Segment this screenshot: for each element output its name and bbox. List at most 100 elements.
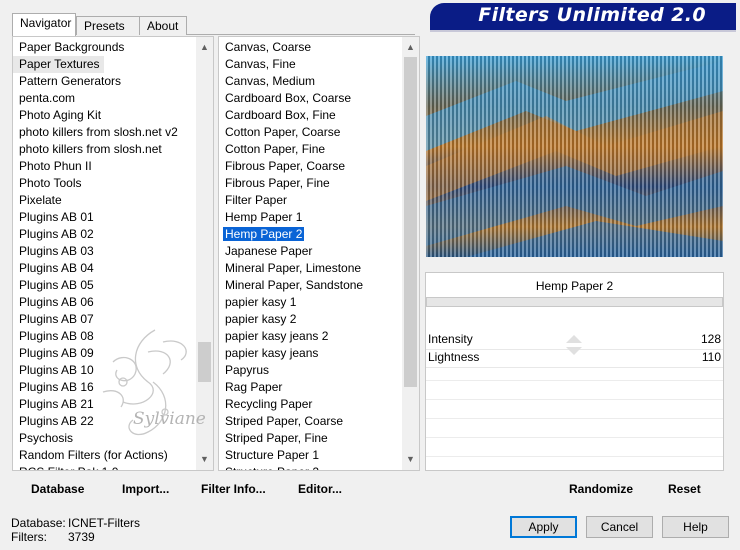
param-row-lightness[interactable]: Lightness 110 [426, 347, 723, 368]
category-item[interactable]: photo killers from slosh.net [13, 141, 178, 158]
filter-item[interactable]: Cardboard Box, Fine [219, 107, 363, 124]
randomize-button[interactable]: Randomize [569, 481, 633, 497]
scroll-up-icon[interactable]: ▲ [196, 39, 213, 56]
filter-item[interactable]: Filter Paper [219, 192, 363, 209]
category-item-label: Photo Tools [19, 176, 82, 190]
category-item[interactable]: Plugins AB 04 [13, 260, 178, 277]
category-item[interactable]: penta.com [13, 90, 178, 107]
filter-item-label: Cardboard Box, Fine [225, 108, 336, 122]
editor-button[interactable]: Editor... [298, 481, 342, 497]
tab-presets[interactable]: Presets [76, 16, 140, 35]
import-button[interactable]: Import... [122, 481, 169, 497]
filter-item[interactable]: papier kasy 2 [219, 311, 363, 328]
watermark-text: Sylviane [133, 409, 206, 429]
category-item[interactable]: Plugins AB 03 [13, 243, 178, 260]
category-item-label: Plugins AB 04 [19, 261, 94, 275]
category-list-panel: Paper Backgrounds Paper Textures Pattern G… [12, 36, 214, 471]
filter-item[interactable]: Canvas, Medium [219, 73, 363, 90]
filter-item[interactable]: Fibrous Paper, Coarse [219, 158, 363, 175]
filters-count-label: Filters: [11, 530, 47, 544]
filter-item[interactable]: Structure Paper 1 [219, 447, 363, 464]
tab-about[interactable]: About [139, 16, 187, 35]
category-item[interactable]: Photo Aging Kit [13, 107, 178, 124]
divider [426, 456, 723, 457]
filter-item-label: Cardboard Box, Coarse [225, 91, 352, 105]
filter-info-button[interactable]: Filter Info... [201, 481, 266, 497]
category-item-label: Plugins AB 03 [19, 244, 94, 258]
scroll-down-icon[interactable]: ▼ [402, 451, 419, 468]
filter-scrollbar[interactable]: ▲ ▼ [402, 37, 419, 470]
tab-navigator[interactable]: Navigator [12, 13, 76, 36]
category-item[interactable]: Paper Textures [13, 56, 104, 73]
category-item[interactable]: Plugins AB 05 [13, 277, 178, 294]
filter-item[interactable]: Striped Paper, Coarse [219, 413, 363, 430]
filter-item-label: Fibrous Paper, Fine [225, 176, 330, 190]
apply-button[interactable]: Apply [510, 516, 577, 538]
filter-item[interactable]: Structure Paper 2 [219, 464, 363, 470]
filter-list[interactable]: Canvas, Coarse Canvas, Fine Canvas, Medium… [219, 39, 363, 470]
param-value: 110 [701, 350, 721, 364]
filter-item-label: Hemp Paper 2 [221, 226, 306, 242]
filter-item[interactable]: Japanese Paper [219, 243, 363, 260]
filter-item[interactable]: Rag Paper [219, 379, 363, 396]
filter-item-label: papier kasy 2 [225, 312, 297, 326]
filter-item-label: papier kasy 1 [225, 295, 297, 309]
filter-item-label: Canvas, Coarse [225, 40, 312, 54]
right-button-bar: Randomize Reset [425, 474, 724, 500]
filter-item[interactable]: Mineral Paper, Sandstone [219, 277, 363, 294]
category-item[interactable]: Plugins AB 06 [13, 294, 178, 311]
category-item-label: Photo Phun II [19, 159, 92, 173]
slider-marker-icon[interactable] [566, 335, 582, 343]
reset-button[interactable]: Reset [668, 481, 701, 497]
filter-item-label: Cotton Paper, Fine [225, 142, 326, 156]
category-item[interactable]: Pattern Generators [13, 73, 178, 90]
scroll-thumb[interactable] [404, 57, 417, 387]
category-item[interactable]: Plugins AB 01 [13, 209, 178, 226]
filter-item[interactable]: papier kasy jeans 2 [219, 328, 363, 345]
category-item-label: Pixelate [19, 193, 62, 207]
cancel-button[interactable]: Cancel [586, 516, 653, 538]
scroll-up-icon[interactable]: ▲ [402, 39, 419, 56]
filter-item[interactable]: Hemp Paper 2 [219, 226, 363, 243]
scroll-down-icon[interactable]: ▼ [196, 451, 213, 468]
filter-item-label: papier kasy jeans 2 [225, 329, 329, 343]
filter-item-label: Filter Paper [225, 193, 288, 207]
category-item[interactable]: Plugins AB 02 [13, 226, 178, 243]
category-item[interactable]: Photo Phun II [13, 158, 178, 175]
filters-count-value: 3739 [68, 530, 95, 544]
category-item-label: photo killers from slosh.net [19, 142, 162, 156]
filter-item[interactable]: Canvas, Coarse [219, 39, 363, 56]
filter-item-label: Canvas, Fine [225, 57, 296, 71]
category-item-label: photo killers from slosh.net v2 [19, 125, 178, 139]
filter-item-label: Recycling Paper [225, 397, 313, 411]
help-button[interactable]: Help [662, 516, 729, 538]
category-item-label: penta.com [19, 91, 76, 105]
filter-item[interactable]: Striped Paper, Fine [219, 430, 363, 447]
category-item-label: Plugins AB 16 [19, 380, 94, 394]
category-item[interactable]: photo killers from slosh.net v2 [13, 124, 178, 141]
filter-item[interactable]: Fibrous Paper, Fine [219, 175, 363, 192]
filter-item[interactable]: Papyrus [219, 362, 363, 379]
filter-item[interactable]: Canvas, Fine [219, 56, 363, 73]
category-item-label: Plugins AB 01 [19, 210, 94, 224]
slider-marker-icon[interactable] [566, 347, 582, 355]
category-item[interactable]: Photo Tools [13, 175, 178, 192]
database-button[interactable]: Database [31, 481, 84, 497]
divider [426, 399, 723, 400]
filter-item[interactable]: Mineral Paper, Limestone [219, 260, 363, 277]
filter-item[interactable]: papier kasy jeans [219, 345, 363, 362]
category-item-label: Paper Backgrounds [19, 40, 125, 54]
filter-item[interactable]: Cardboard Box, Coarse [219, 90, 363, 107]
filter-item[interactable]: Cotton Paper, Fine [219, 141, 363, 158]
category-item[interactable]: Pixelate [13, 192, 178, 209]
parameter-header-bar [426, 297, 723, 307]
filter-item[interactable]: Recycling Paper [219, 396, 363, 413]
category-item[interactable]: RCS Filter Pak 1.0 [13, 464, 178, 470]
filter-item[interactable]: papier kasy 1 [219, 294, 363, 311]
param-label: Lightness [428, 350, 480, 364]
parameter-panel: Hemp Paper 2 Intensity 128 Lightness 110 [425, 272, 724, 471]
category-item-label: Photo Aging Kit [19, 108, 102, 122]
filter-item[interactable]: Hemp Paper 1 [219, 209, 363, 226]
category-item[interactable]: Paper Backgrounds [13, 39, 178, 56]
filter-item[interactable]: Cotton Paper, Coarse [219, 124, 363, 141]
